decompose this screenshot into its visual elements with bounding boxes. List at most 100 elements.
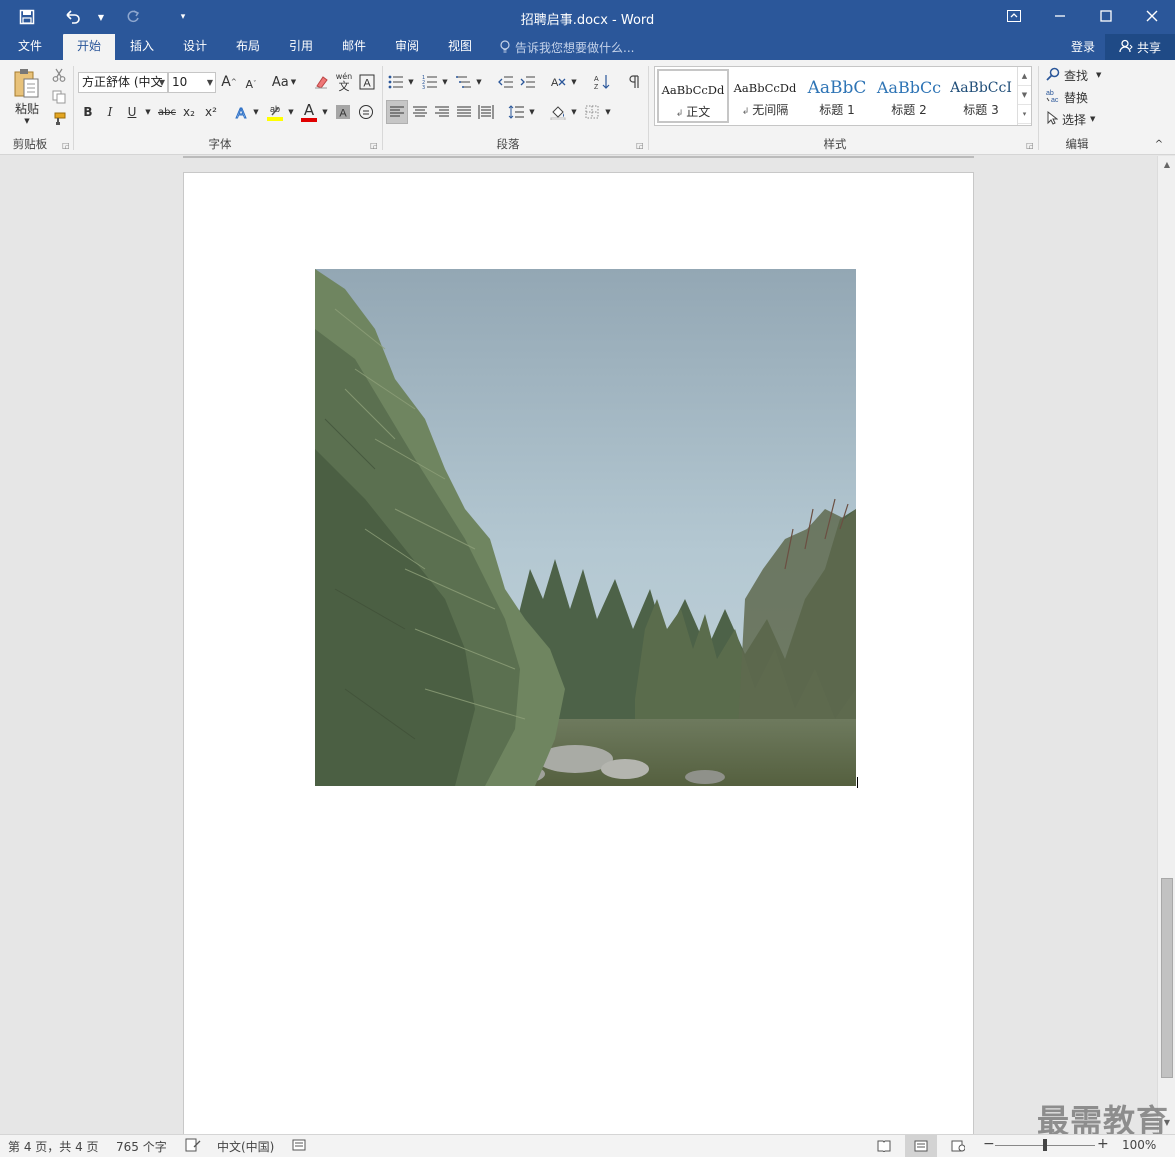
vertical-scrollbar[interactable]: ▲ ▼	[1157, 156, 1175, 1134]
pine-forest-picture[interactable]	[315, 269, 856, 786]
multilevel-dropdown-icon[interactable]: ▼	[474, 72, 484, 92]
chevron-down-icon[interactable]: ▼	[1018, 86, 1031, 105]
sort-icon[interactable]: AZ	[592, 72, 612, 92]
numbering-dropdown-icon[interactable]: ▼	[440, 72, 450, 92]
show-formatting-marks-icon[interactable]	[624, 72, 644, 92]
grow-font-button[interactable]: A ^	[220, 72, 238, 92]
tell-me-search[interactable]: 告诉我您想要做什么...	[500, 39, 634, 56]
ribbon-display-options-icon[interactable]	[991, 0, 1037, 32]
select-button[interactable]: 选择 ▼	[1046, 110, 1108, 128]
macro-record-icon[interactable]	[292, 1138, 306, 1155]
shading-dropdown-icon[interactable]: ▼	[569, 102, 579, 122]
justify-icon[interactable]	[454, 102, 474, 122]
strikethrough-button[interactable]: abc	[156, 102, 178, 122]
web-layout-icon[interactable]	[942, 1135, 974, 1157]
font-color-dropdown-icon[interactable]: ▼	[320, 102, 330, 122]
underline-dropdown-icon[interactable]: ▼	[143, 102, 153, 122]
highlight-dropdown-icon[interactable]: ▼	[286, 102, 296, 122]
italic-button[interactable]: I	[102, 102, 118, 122]
read-mode-icon[interactable]	[868, 1135, 900, 1157]
style-heading-3[interactable]: AaBbCcI 标题 3	[945, 69, 1017, 123]
chinese-layout-dropdown-icon[interactable]: ▼	[569, 72, 579, 92]
paste-label[interactable]: 粘贴	[10, 100, 44, 116]
paste-icon[interactable]	[12, 66, 42, 100]
tab-file[interactable]: 文件	[6, 34, 54, 60]
print-layout-icon[interactable]	[905, 1135, 937, 1157]
bullets-icon[interactable]	[387, 72, 405, 92]
clear-formatting-icon[interactable]	[312, 72, 330, 92]
more-styles-icon[interactable]: ▾	[1018, 105, 1031, 124]
borders-dropdown-icon[interactable]: ▼	[603, 102, 613, 122]
font-size-combo[interactable]: 10 ▼	[168, 72, 216, 93]
borders-icon[interactable]	[582, 102, 602, 122]
highlight-icon[interactable]: ab	[265, 100, 285, 124]
phonetic-guide-button[interactable]: wén 文	[334, 70, 354, 94]
bullets-dropdown-icon[interactable]: ▼	[406, 72, 416, 92]
font-color-button[interactable]: A	[299, 100, 319, 124]
style-heading-2[interactable]: AaBbCc 标题 2	[873, 69, 945, 123]
zoom-slider-thumb[interactable]	[1043, 1139, 1047, 1151]
numbering-icon[interactable]: 123	[421, 72, 439, 92]
subscript-button[interactable]: x₂	[180, 102, 198, 122]
tab-view[interactable]: 视图	[436, 34, 484, 60]
styles-launcher-icon[interactable]: ◲	[1026, 141, 1034, 150]
style-heading-1[interactable]: AaBbC 标题 1	[801, 69, 873, 123]
bold-button[interactable]: B	[80, 102, 96, 122]
font-launcher-icon[interactable]: ◲	[370, 141, 378, 150]
superscript-button[interactable]: x²	[202, 102, 220, 122]
paragraph-launcher-icon[interactable]: ◲	[636, 141, 644, 150]
style-normal[interactable]: AaBbCcDd ↲ 正文	[657, 69, 729, 123]
decrease-indent-icon[interactable]	[496, 72, 516, 92]
font-name-combo[interactable]: 方正舒体 (中文 ▼	[78, 72, 168, 93]
tab-review[interactable]: 审阅	[383, 34, 431, 60]
distributed-icon[interactable]	[476, 102, 496, 122]
text-effects-dropdown-icon[interactable]: ▼	[251, 102, 261, 122]
character-shading-icon[interactable]: A	[334, 102, 352, 122]
share-button[interactable]: 共享	[1105, 34, 1175, 60]
minimize-icon[interactable]	[1037, 0, 1083, 32]
clipboard-launcher-icon[interactable]: ◲	[62, 141, 70, 150]
zoom-level[interactable]: 100%	[1122, 1138, 1156, 1152]
proofing-icon[interactable]	[185, 1138, 201, 1155]
shading-icon[interactable]	[548, 102, 568, 122]
style-no-spacing[interactable]: AaBbCcDd ↲ 无间隔	[729, 69, 801, 123]
change-case-button[interactable]: Aa ▼	[268, 72, 300, 92]
align-center-icon[interactable]	[410, 102, 430, 122]
tab-design[interactable]: 设计	[171, 34, 219, 60]
language-indicator[interactable]: 中文(中国)	[217, 1138, 274, 1155]
find-button[interactable]: 查找 ▼	[1046, 66, 1108, 84]
align-left-icon[interactable]	[386, 100, 408, 124]
enclose-characters-icon[interactable]	[356, 102, 376, 122]
tab-references[interactable]: 引用	[277, 34, 325, 60]
cut-icon[interactable]	[50, 66, 68, 84]
line-spacing-icon[interactable]	[506, 102, 526, 122]
tab-mailings[interactable]: 邮件	[330, 34, 378, 60]
text-effects-icon[interactable]: A	[232, 102, 250, 122]
close-icon[interactable]	[1129, 0, 1175, 32]
zoom-out-icon[interactable]: −	[983, 1136, 995, 1152]
tab-layout[interactable]: 布局	[224, 34, 272, 60]
character-border-icon[interactable]: A	[358, 72, 376, 92]
replace-button[interactable]: ab ac 替换	[1046, 88, 1108, 106]
document-page[interactable]	[183, 172, 974, 1134]
sign-in-link[interactable]: 登录	[1071, 38, 1095, 55]
chinese-layout-icon[interactable]: A	[548, 72, 568, 92]
page-count[interactable]: 第 4 页，共 4 页	[8, 1138, 99, 1155]
maximize-icon[interactable]	[1083, 0, 1129, 32]
format-painter-icon[interactable]	[50, 110, 68, 128]
zoom-in-icon[interactable]: +	[1097, 1136, 1109, 1152]
collapse-ribbon-icon[interactable]: ^	[1152, 138, 1166, 150]
paste-dropdown-icon[interactable]: ▼	[20, 116, 34, 126]
document-area[interactable]	[0, 156, 1157, 1134]
word-count[interactable]: 765 个字	[116, 1138, 167, 1155]
tab-insert[interactable]: 插入	[118, 34, 166, 60]
scroll-thumb[interactable]	[1161, 878, 1173, 1078]
tab-home[interactable]: 开始	[63, 34, 115, 60]
increase-indent-icon[interactable]	[518, 72, 538, 92]
shrink-font-button[interactable]: Aˇ	[242, 74, 260, 94]
scroll-up-icon[interactable]: ▲	[1161, 160, 1173, 172]
align-right-icon[interactable]	[432, 102, 452, 122]
chevron-up-icon[interactable]: ▲	[1018, 67, 1031, 86]
copy-icon[interactable]	[50, 88, 68, 106]
multilevel-list-icon[interactable]	[455, 72, 473, 92]
